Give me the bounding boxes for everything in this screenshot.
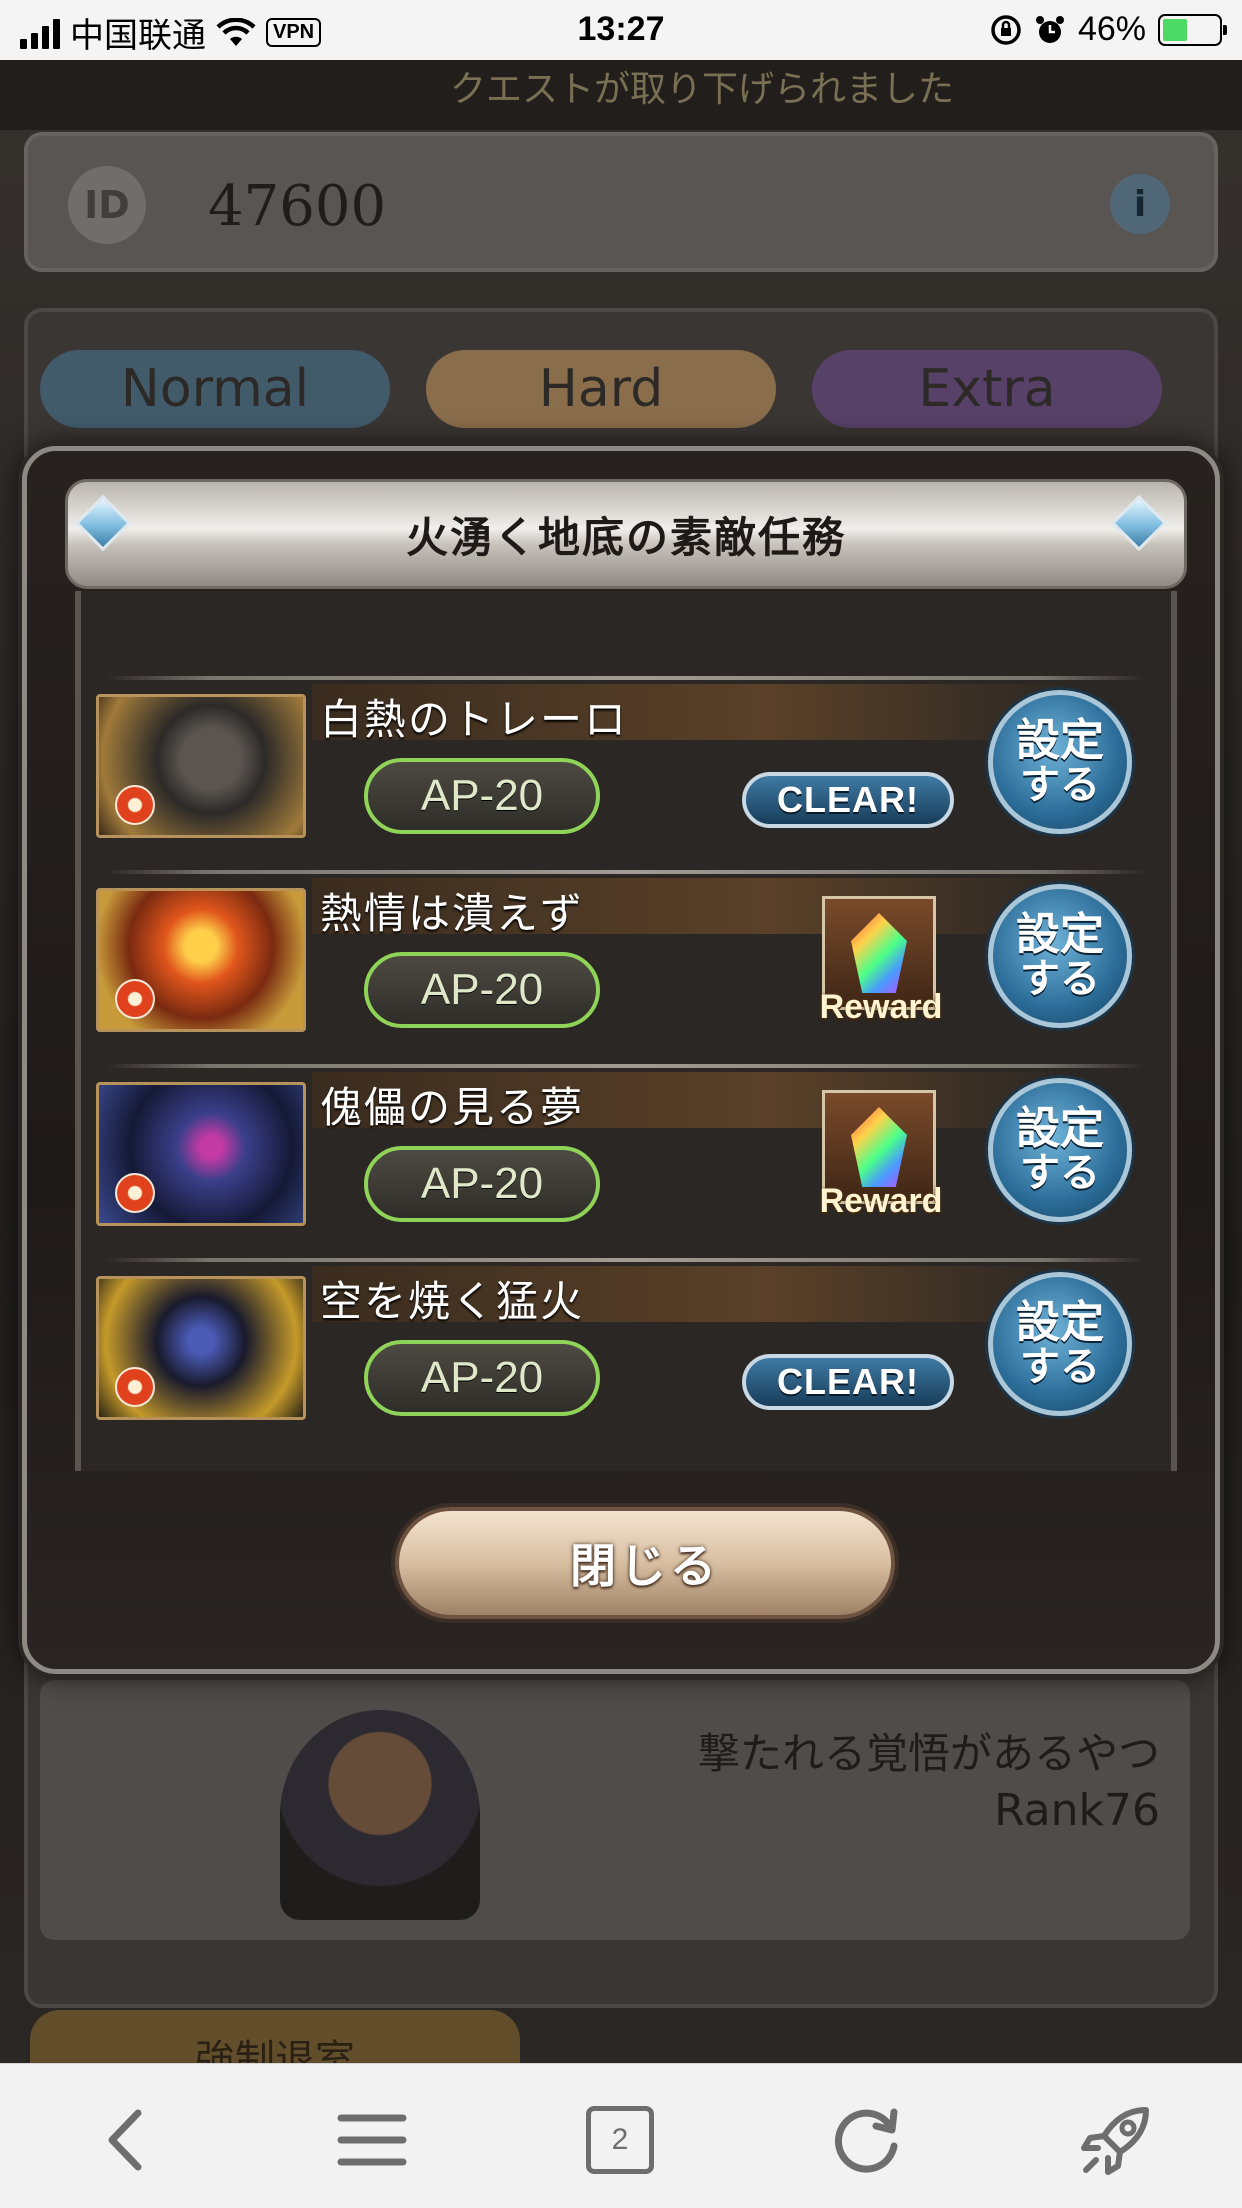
crystal-icon [851, 1107, 907, 1187]
row-divider [106, 1064, 1146, 1068]
quest-thumbnail [96, 1276, 306, 1420]
ap-cost: AP-20 [364, 758, 600, 834]
quest-list: 白熱のトレーロ AP-20 CLEAR! 設定 する 熱情は潰えず AP-20 … [86, 676, 1156, 1452]
menu-button[interactable] [332, 2100, 412, 2180]
set-button-line2: する [1020, 956, 1100, 1003]
tabs-icon: 2 [586, 2106, 654, 2174]
set-button-line2: する [1020, 1150, 1100, 1197]
rotation-lock-icon [991, 14, 1021, 45]
back-icon [108, 2109, 142, 2171]
rocket-button[interactable] [1076, 2100, 1156, 2180]
crystal-icon [851, 913, 907, 993]
fire-element-icon [115, 785, 155, 825]
quest-row: 熱情は潰えず AP-20 Reward 設定 する [86, 870, 1156, 1064]
reward-label: Reward [819, 988, 943, 1026]
quest-row: 白熱のトレーロ AP-20 CLEAR! 設定 する [86, 676, 1156, 870]
set-button-line2: する [1020, 1344, 1100, 1391]
reward-item: Reward [806, 1090, 956, 1240]
reward-item: Reward [806, 896, 956, 1046]
ap-cost: AP-20 [364, 952, 600, 1028]
reload-button[interactable] [828, 2100, 908, 2180]
row-divider [106, 870, 1146, 874]
battery-icon [1158, 13, 1227, 46]
alarm-icon [1035, 15, 1064, 43]
set-button-line1: 設定 [1016, 908, 1104, 960]
set-quest-button[interactable]: 設定 する [988, 1272, 1132, 1416]
set-quest-button[interactable]: 設定 する [988, 884, 1132, 1028]
quest-row: 傀儡の見る夢 AP-20 Reward 設定 する [86, 1064, 1156, 1258]
set-button-line1: 設定 [1016, 1296, 1104, 1348]
set-button-line1: 設定 [1016, 1102, 1104, 1154]
set-button-line2: する [1020, 762, 1100, 809]
status-right: 46% [990, 10, 1227, 49]
browser-toolbar: 2 [0, 2063, 1242, 2208]
status-bar: 中国联通 VPN 13:27 46% [0, 0, 1242, 60]
menu-icon [337, 2114, 407, 2166]
reward-label: Reward [819, 1182, 943, 1220]
quest-name: 白熱のトレーロ [320, 695, 629, 744]
reload-icon [834, 2108, 898, 2173]
clear-badge: CLEAR! [742, 772, 954, 828]
quest-thumbnail [96, 1082, 306, 1226]
row-divider [106, 1258, 1146, 1262]
set-quest-button[interactable]: 設定 する [988, 1078, 1132, 1222]
modal-title: 火湧く地底の素敵任務 [405, 512, 846, 562]
quest-thumbnail [96, 888, 306, 1032]
ap-cost: AP-20 [364, 1146, 600, 1222]
quest-name: 傀儡の見る夢 [320, 1083, 585, 1132]
quest-name: 空を焼く猛火 [320, 1277, 585, 1326]
set-quest-button[interactable]: 設定 する [988, 690, 1132, 834]
set-button-line1: 設定 [1016, 714, 1104, 766]
modal-title-bar: 火湧く地底の素敵任務 [65, 479, 1187, 589]
fire-element-icon [115, 1367, 155, 1407]
fire-element-icon [115, 1173, 155, 1213]
quest-row: 空を焼く猛火 AP-20 CLEAR! 設定 する [86, 1258, 1156, 1452]
quest-thumbnail [96, 694, 306, 838]
ap-cost: AP-20 [364, 1340, 600, 1416]
tabs-button[interactable]: 2 [580, 2100, 660, 2180]
close-button[interactable]: 閉じる [395, 1507, 895, 1619]
row-divider [106, 676, 1146, 680]
rocket-icon [1081, 2107, 1149, 2175]
clear-badge: CLEAR! [742, 1354, 954, 1410]
fire-element-icon [115, 979, 155, 1019]
battery-percent: 46% [1077, 10, 1146, 48]
back-button[interactable] [86, 2100, 166, 2180]
quest-name: 熱情は潰えず [320, 889, 585, 938]
